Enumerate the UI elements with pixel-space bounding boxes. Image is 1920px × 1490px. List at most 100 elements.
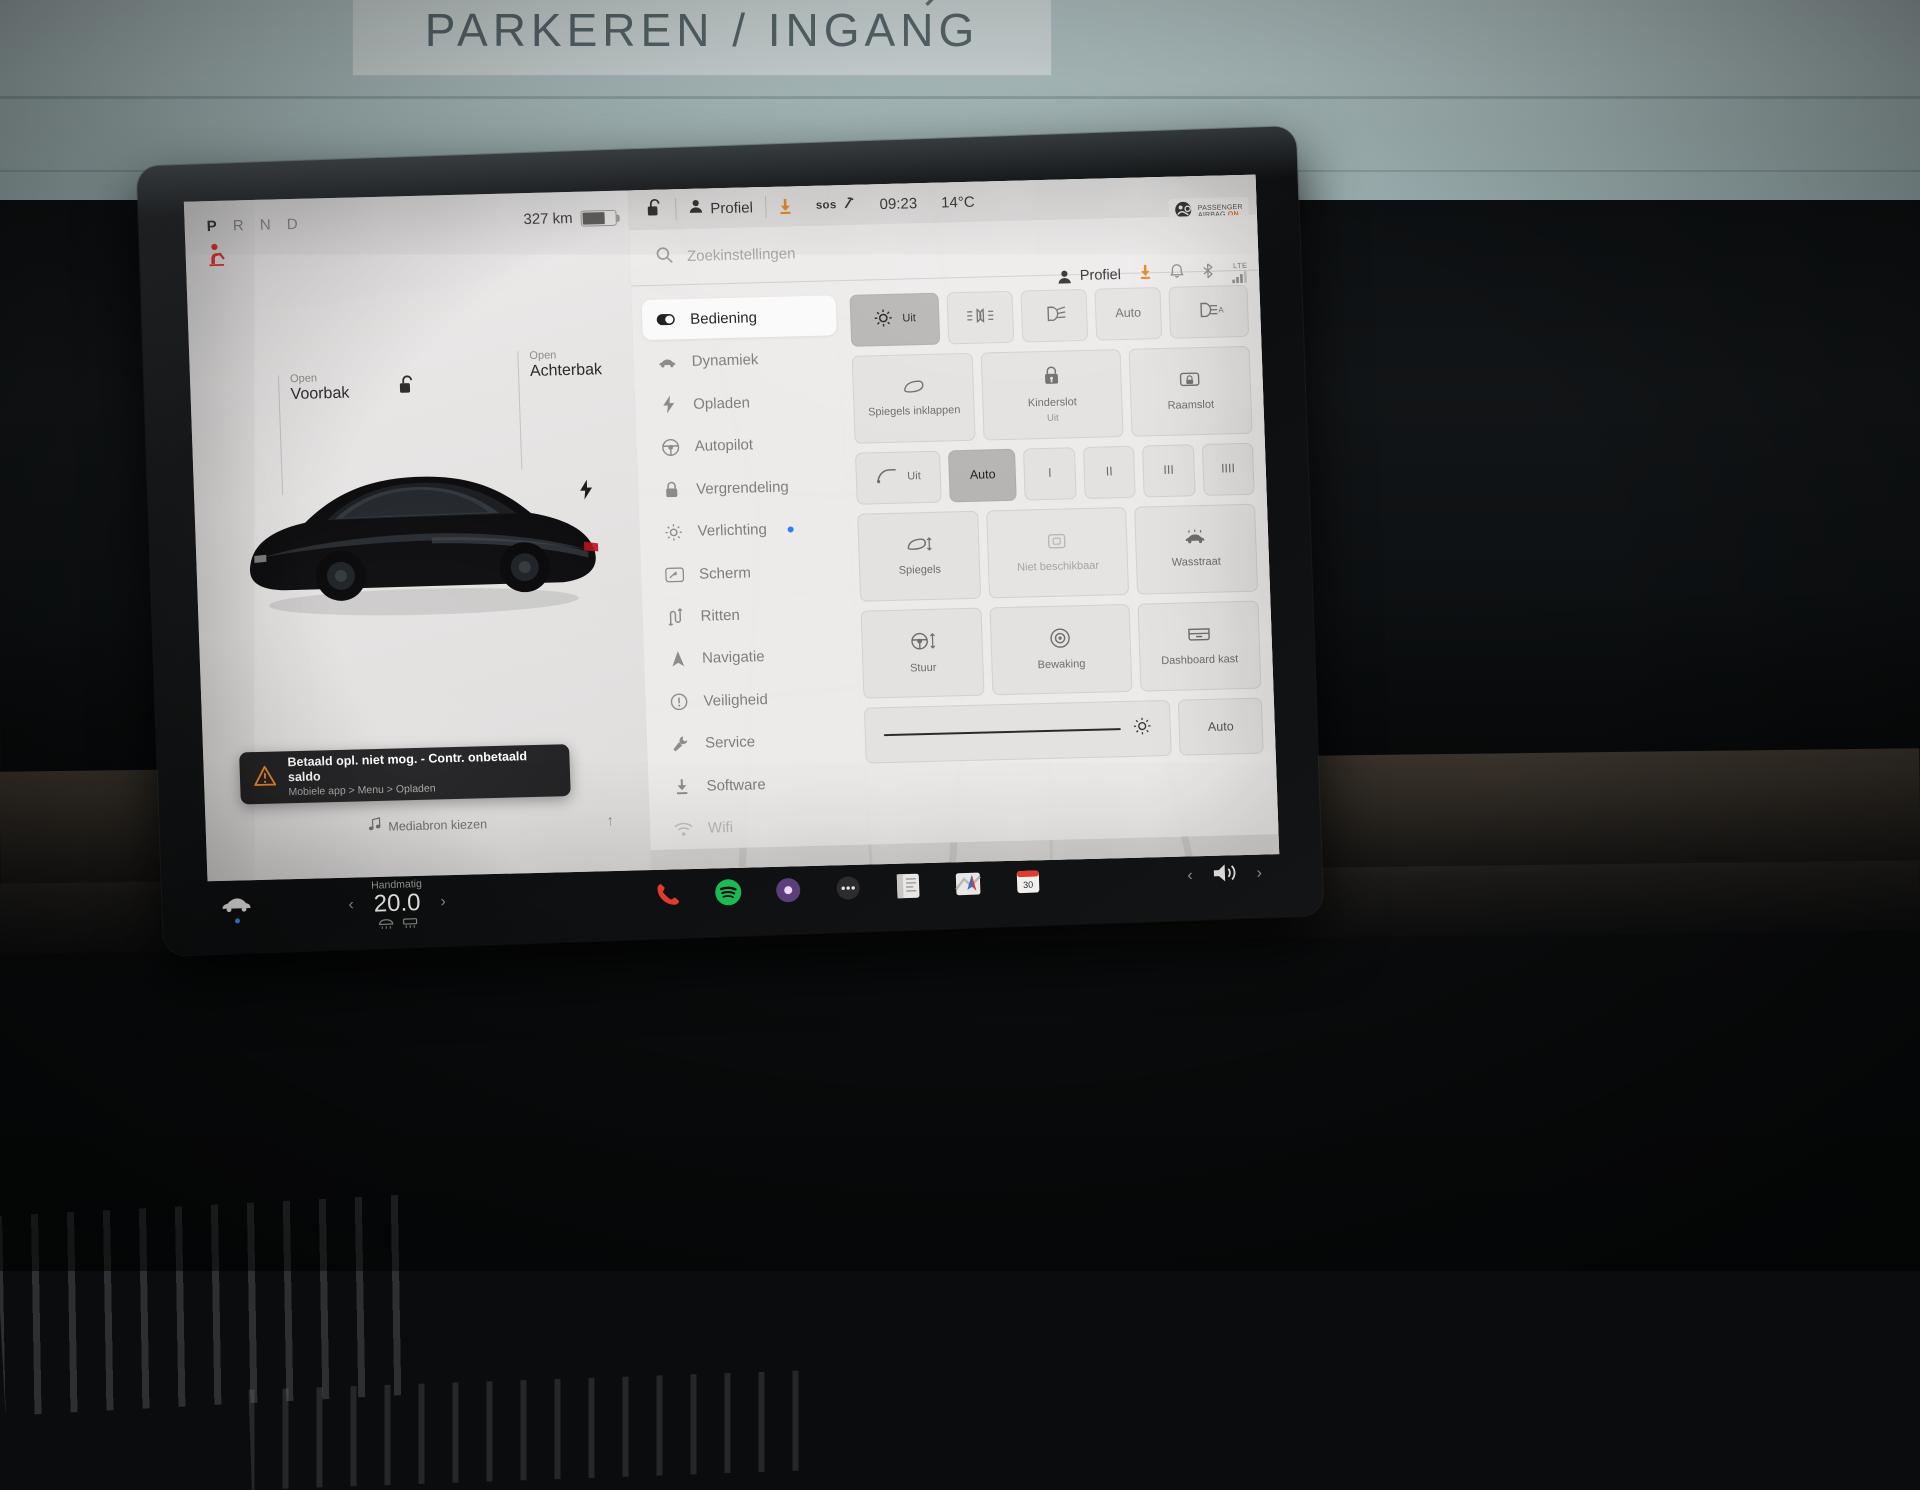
sidebar-item-software[interactable]: Software: [658, 762, 853, 807]
trunk-open-button[interactable]: Open Achterbak: [529, 348, 602, 381]
software-update-download-icon[interactable]: [765, 186, 804, 227]
sidebar-item-label: Bediening: [690, 309, 757, 328]
sidebar-item-label: Dynamiek: [691, 351, 758, 370]
gear-indicator: P R N D: [206, 216, 304, 235]
adjust-mirrors-button[interactable]: Spiegels: [857, 511, 981, 602]
sidebar-item-service[interactable]: Service: [656, 720, 851, 765]
fold-mirrors-button[interactable]: Spiegels inklappen: [852, 353, 976, 444]
spotify-icon[interactable]: [712, 877, 743, 908]
glovebox-button[interactable]: Dashboard kast: [1137, 601, 1261, 692]
unlock-icon[interactable]: [398, 374, 417, 401]
chevron-right-icon[interactable]: ›: [1256, 865, 1262, 883]
calendar-icon[interactable]: 30: [1012, 866, 1043, 897]
cellular-status[interactable]: LTE: [1232, 261, 1250, 283]
wipers-auto-button[interactable]: Auto: [948, 449, 1017, 503]
media-source-label: Mediabron kiezen: [388, 817, 487, 833]
chevron-right-icon[interactable]: ›: [440, 893, 446, 911]
seatbelt-warning-icon: [205, 243, 228, 273]
wipers-speed-1-label: I: [1048, 466, 1052, 481]
bell-icon[interactable]: [1170, 263, 1185, 283]
sos-button[interactable]: sos: [803, 184, 868, 226]
sidebar-item-bediening[interactable]: Bediening: [642, 295, 837, 340]
car-controls-button[interactable]: [220, 895, 253, 924]
account-profile-button[interactable]: Profiel: [1057, 267, 1122, 285]
charge-bolt-icon[interactable]: [579, 479, 594, 504]
calendar-day-number: 30: [1023, 880, 1033, 890]
lights-auto-button[interactable]: Auto: [1094, 287, 1162, 341]
sidebar-item-wifi[interactable]: Wifi: [659, 805, 854, 850]
front-defrost-icon[interactable]: [378, 918, 394, 930]
browser-icon[interactable]: [892, 870, 923, 901]
navigation-arrow-icon: [668, 650, 688, 669]
dots-menu-icon[interactable]: [832, 873, 863, 904]
media-source-button[interactable]: Mediabron kiezen: [205, 810, 650, 840]
navigation-icon[interactable]: [952, 868, 983, 899]
lock-icon: [662, 480, 682, 499]
brightness-auto-button[interactable]: Auto: [1178, 698, 1264, 756]
car-wash-button[interactable]: Wasstraat: [1134, 504, 1258, 595]
auto-high-beam-button[interactable]: A: [1168, 285, 1249, 339]
charging-warning-toast[interactable]: Betaald opl. niet mog. - Contr. onbetaal…: [239, 744, 571, 804]
wipers-speed-1-button[interactable]: I: [1023, 447, 1076, 500]
media-icon[interactable]: [772, 875, 803, 906]
phone-icon[interactable]: [652, 879, 683, 910]
unavailable-icon: [1047, 531, 1067, 555]
locks-row: Spiegels inklappen: [852, 346, 1253, 444]
settings-pane: Profiel sos: [628, 175, 1280, 870]
wipers-off-label: Uit: [907, 470, 921, 484]
window-lock-button[interactable]: Raamslot: [1128, 346, 1252, 437]
child-lock-label: Kinderslot: [1028, 396, 1077, 411]
sidebar-item-label: Scherm: [699, 564, 751, 582]
profile-button[interactable]: Profiel: [676, 187, 766, 229]
search-input[interactable]: Zoekinstellingen: [687, 245, 796, 265]
clock[interactable]: 09:23: [867, 183, 930, 225]
child-lock-button[interactable]: Kinderslot Uit: [981, 349, 1123, 440]
sidebar-item-opladen[interactable]: Opladen: [645, 380, 840, 425]
lights-off-button[interactable]: Uit: [849, 293, 939, 347]
sos-label: sos: [816, 199, 837, 212]
download-icon[interactable]: [1139, 264, 1153, 284]
wipers-speed-2-button[interactable]: II: [1083, 446, 1136, 499]
bolt-icon: [659, 395, 679, 414]
sidebar-item-veiligheid[interactable]: Veiligheid: [655, 677, 850, 722]
parking-lights-button[interactable]: [946, 291, 1014, 345]
chevron-up-icon[interactable]: ↑: [606, 812, 614, 828]
sidebar-item-autopilot[interactable]: Autopilot: [646, 423, 841, 468]
settings-panel: Zoekinstellingen Profiel: [629, 215, 1278, 851]
volume-icon[interactable]: [1210, 861, 1239, 889]
sidebar-item-verlichting[interactable]: Verlichting: [649, 507, 844, 552]
lock-status-button[interactable]: [634, 189, 676, 230]
brightness-track[interactable]: [884, 728, 1121, 736]
wipers-speed-4-button[interactable]: IIII: [1201, 443, 1254, 496]
wipers-off-button[interactable]: Uit: [855, 451, 942, 505]
sos-antenna-icon: [843, 195, 856, 214]
wrench-icon: [671, 734, 691, 753]
frunk-label: Voorbak: [290, 385, 349, 404]
climate-control[interactable]: Handmatig ‹ 20.0 ›: [348, 877, 447, 931]
window-lock-label: Raamslot: [1167, 398, 1214, 413]
chevron-left-icon[interactable]: ‹: [348, 896, 354, 914]
sentry-mode-button[interactable]: Bewaking: [990, 604, 1132, 695]
sentry-camera-icon: [1050, 627, 1072, 653]
chevron-left-icon[interactable]: ‹: [1187, 867, 1193, 885]
sidebar-item-ritten[interactable]: Ritten: [652, 592, 847, 637]
steering-adjust-button[interactable]: Stuur: [861, 608, 985, 699]
music-note-icon: [368, 817, 381, 836]
frunk-open-button[interactable]: Open Voorbak: [290, 372, 350, 404]
car-wash-icon: [1183, 529, 1208, 550]
brightness-slider[interactable]: [864, 700, 1172, 764]
outside-temperature[interactable]: 14°C: [928, 181, 987, 222]
rear-defrost-icon[interactable]: [402, 917, 418, 929]
car-wash-label: Wasstraat: [1172, 555, 1222, 570]
low-beam-button[interactable]: [1020, 289, 1088, 343]
tesla-touchscreen[interactable]: P R N D 327 km: [184, 175, 1279, 882]
sidebar-item-navigatie[interactable]: Navigatie: [653, 635, 848, 680]
sidebar-item-scherm[interactable]: Scherm: [650, 550, 845, 595]
vehicle-render[interactable]: [228, 429, 615, 629]
wipers-speed-3-button[interactable]: III: [1142, 444, 1195, 497]
sidebar-item-dynamiek[interactable]: Dynamiek: [643, 338, 838, 383]
center-touchscreen-unit: P R N D 327 km: [137, 126, 1324, 956]
sidebar-item-vergrendeling[interactable]: Vergrendeling: [647, 465, 842, 510]
bluetooth-icon[interactable]: [1202, 262, 1215, 283]
toggle-icon: [656, 310, 676, 329]
